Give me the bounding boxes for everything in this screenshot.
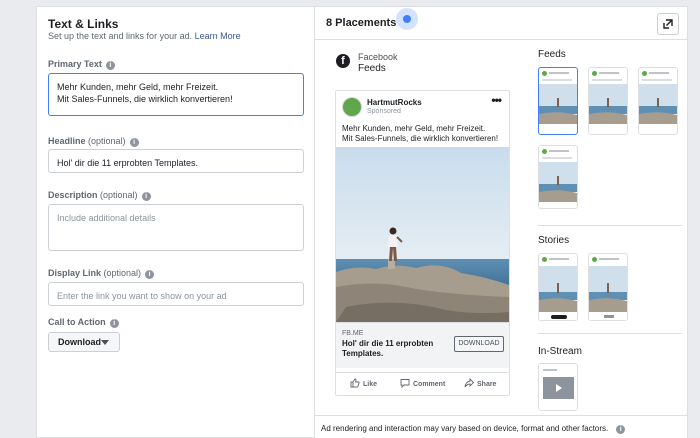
description-placeholder: Include additional details [57, 213, 156, 223]
expand-icon [663, 19, 673, 29]
description-label-text: Description [48, 190, 98, 200]
info-icon[interactable]: i [105, 61, 115, 70]
sponsored-label: Sponsored [367, 108, 401, 115]
header-divider [315, 39, 687, 40]
placement-thumbnail-facebook-feed[interactable] [538, 67, 578, 135]
link-domain: FB.ME [342, 330, 364, 337]
cta-value: Download [58, 337, 101, 347]
info-icon[interactable]: i [109, 319, 119, 328]
post-text-line-1: Mehr Kunden, mehr Geld, mehr Freizeit. [342, 124, 486, 133]
placement-thumbnail-instagram-stories[interactable] [588, 253, 628, 321]
primary-text-line-2: Mit Sales-Funnels, die wirklich konverti… [57, 94, 233, 104]
headline-value: Hol' dir die 11 erprobten Templates. [57, 158, 198, 168]
link-preview[interactable]: FB.ME Hol' dir die 11 erprobten Template… [336, 322, 509, 368]
ad-preview-post[interactable]: HartmutRocks Sponsored ••• Mehr Kunden, … [335, 90, 510, 396]
section-title: Text & Links [48, 17, 119, 31]
info-icon[interactable]: i [141, 192, 151, 201]
placement-thumbnail-facebook-stories[interactable] [538, 253, 578, 321]
cta-label: Call to Action i [48, 317, 119, 328]
placements-preview-panel: 8 Placements f Facebook Feeds HartmutRoc… [314, 6, 688, 438]
like-icon [350, 378, 360, 388]
placement-thumbnail-instream-video[interactable] [538, 363, 578, 411]
more-icon[interactable]: ••• [491, 93, 502, 107]
page-name: HartmutRocks [367, 98, 422, 107]
preview-footer: Ad rendering and interaction may vary ba… [315, 415, 687, 438]
comment-label: Comment [413, 381, 446, 388]
cta-label-text: Call to Action [48, 317, 106, 327]
section-subtitle: Set up the text and links for your ad. L… [48, 31, 241, 41]
ad-image [336, 147, 509, 322]
post-actions: Like Comment Share [336, 372, 509, 392]
subtitle-text: Set up the text and links for your ad. [48, 31, 193, 41]
headline-input[interactable]: Hol' dir die 11 erprobten Templates. [48, 149, 304, 173]
like-label: Like [363, 381, 378, 388]
learn-more-link[interactable]: Learn More [195, 31, 241, 41]
placement-thumbnail-marketplace[interactable] [638, 67, 678, 135]
share-icon [464, 377, 475, 388]
pulse-indicator-icon [396, 8, 418, 30]
info-icon[interactable]: i [616, 425, 626, 434]
call-to-action-dropdown[interactable]: Download [48, 332, 120, 352]
feeds-group-title: Feeds [538, 49, 566, 60]
placement-thumbnail-instagram-feed[interactable] [588, 67, 628, 135]
display-link-optional: (optional) [103, 268, 142, 278]
text-links-panel: Text & Links Set up the text and links f… [36, 6, 314, 438]
placements-title: 8 Placements [326, 17, 397, 29]
post-text: Mehr Kunden, mehr Geld, mehr Freizeit. M… [342, 124, 507, 144]
download-button[interactable]: DOWNLOAD [454, 336, 504, 352]
footer-note: Ad rendering and interaction may vary ba… [321, 424, 626, 434]
info-icon[interactable]: i [129, 138, 139, 147]
post-text-line-2: Mit Sales-Funnels, die wirklich konverti… [342, 134, 499, 143]
headline-label-text: Headline [48, 136, 86, 146]
display-link-label: Display Link (optional) i [48, 268, 155, 279]
platform-name: Facebook [358, 52, 398, 62]
footer-note-text: Ad rendering and interaction may vary ba… [321, 424, 609, 433]
caret-down-icon [101, 340, 109, 345]
description-label: Description (optional) i [48, 190, 151, 201]
description-input[interactable]: Include additional details [48, 204, 304, 251]
primary-text-label: Primary Text i [48, 59, 115, 70]
primary-text-line-1: Mehr Kunden, mehr Geld, mehr Freizeit. [57, 82, 219, 92]
share-label: Share [477, 381, 497, 388]
display-link-placeholder: Enter the link you want to show on your … [57, 291, 227, 301]
link-headline: Hol' dir die 11 erprobten Templates. [342, 339, 434, 358]
description-optional: (optional) [100, 190, 138, 200]
comment-button[interactable]: Comment [400, 378, 446, 389]
share-button[interactable]: Share [464, 377, 497, 388]
group-divider [538, 225, 682, 226]
placement-thumbnail-video-feeds[interactable] [538, 145, 578, 209]
comment-icon [400, 379, 410, 389]
primary-text-label-text: Primary Text [48, 59, 102, 69]
display-link-input[interactable]: Enter the link you want to show on your … [48, 282, 304, 306]
avatar [342, 97, 362, 117]
headline-label: Headline (optional) i [48, 136, 139, 147]
instream-group-title: In-Stream [538, 346, 582, 357]
like-button[interactable]: Like [350, 378, 377, 388]
group-divider [538, 333, 682, 334]
expand-button[interactable] [657, 13, 679, 35]
info-icon[interactable]: i [145, 270, 155, 279]
primary-text-input[interactable]: Mehr Kunden, mehr Geld, mehr Freizeit. M… [48, 73, 304, 116]
stories-group-title: Stories [538, 235, 570, 246]
display-link-label-text: Display Link [48, 268, 102, 278]
headline-optional: (optional) [88, 136, 126, 146]
facebook-logo-icon: f [336, 54, 350, 68]
placement-name: Feeds [358, 63, 386, 74]
